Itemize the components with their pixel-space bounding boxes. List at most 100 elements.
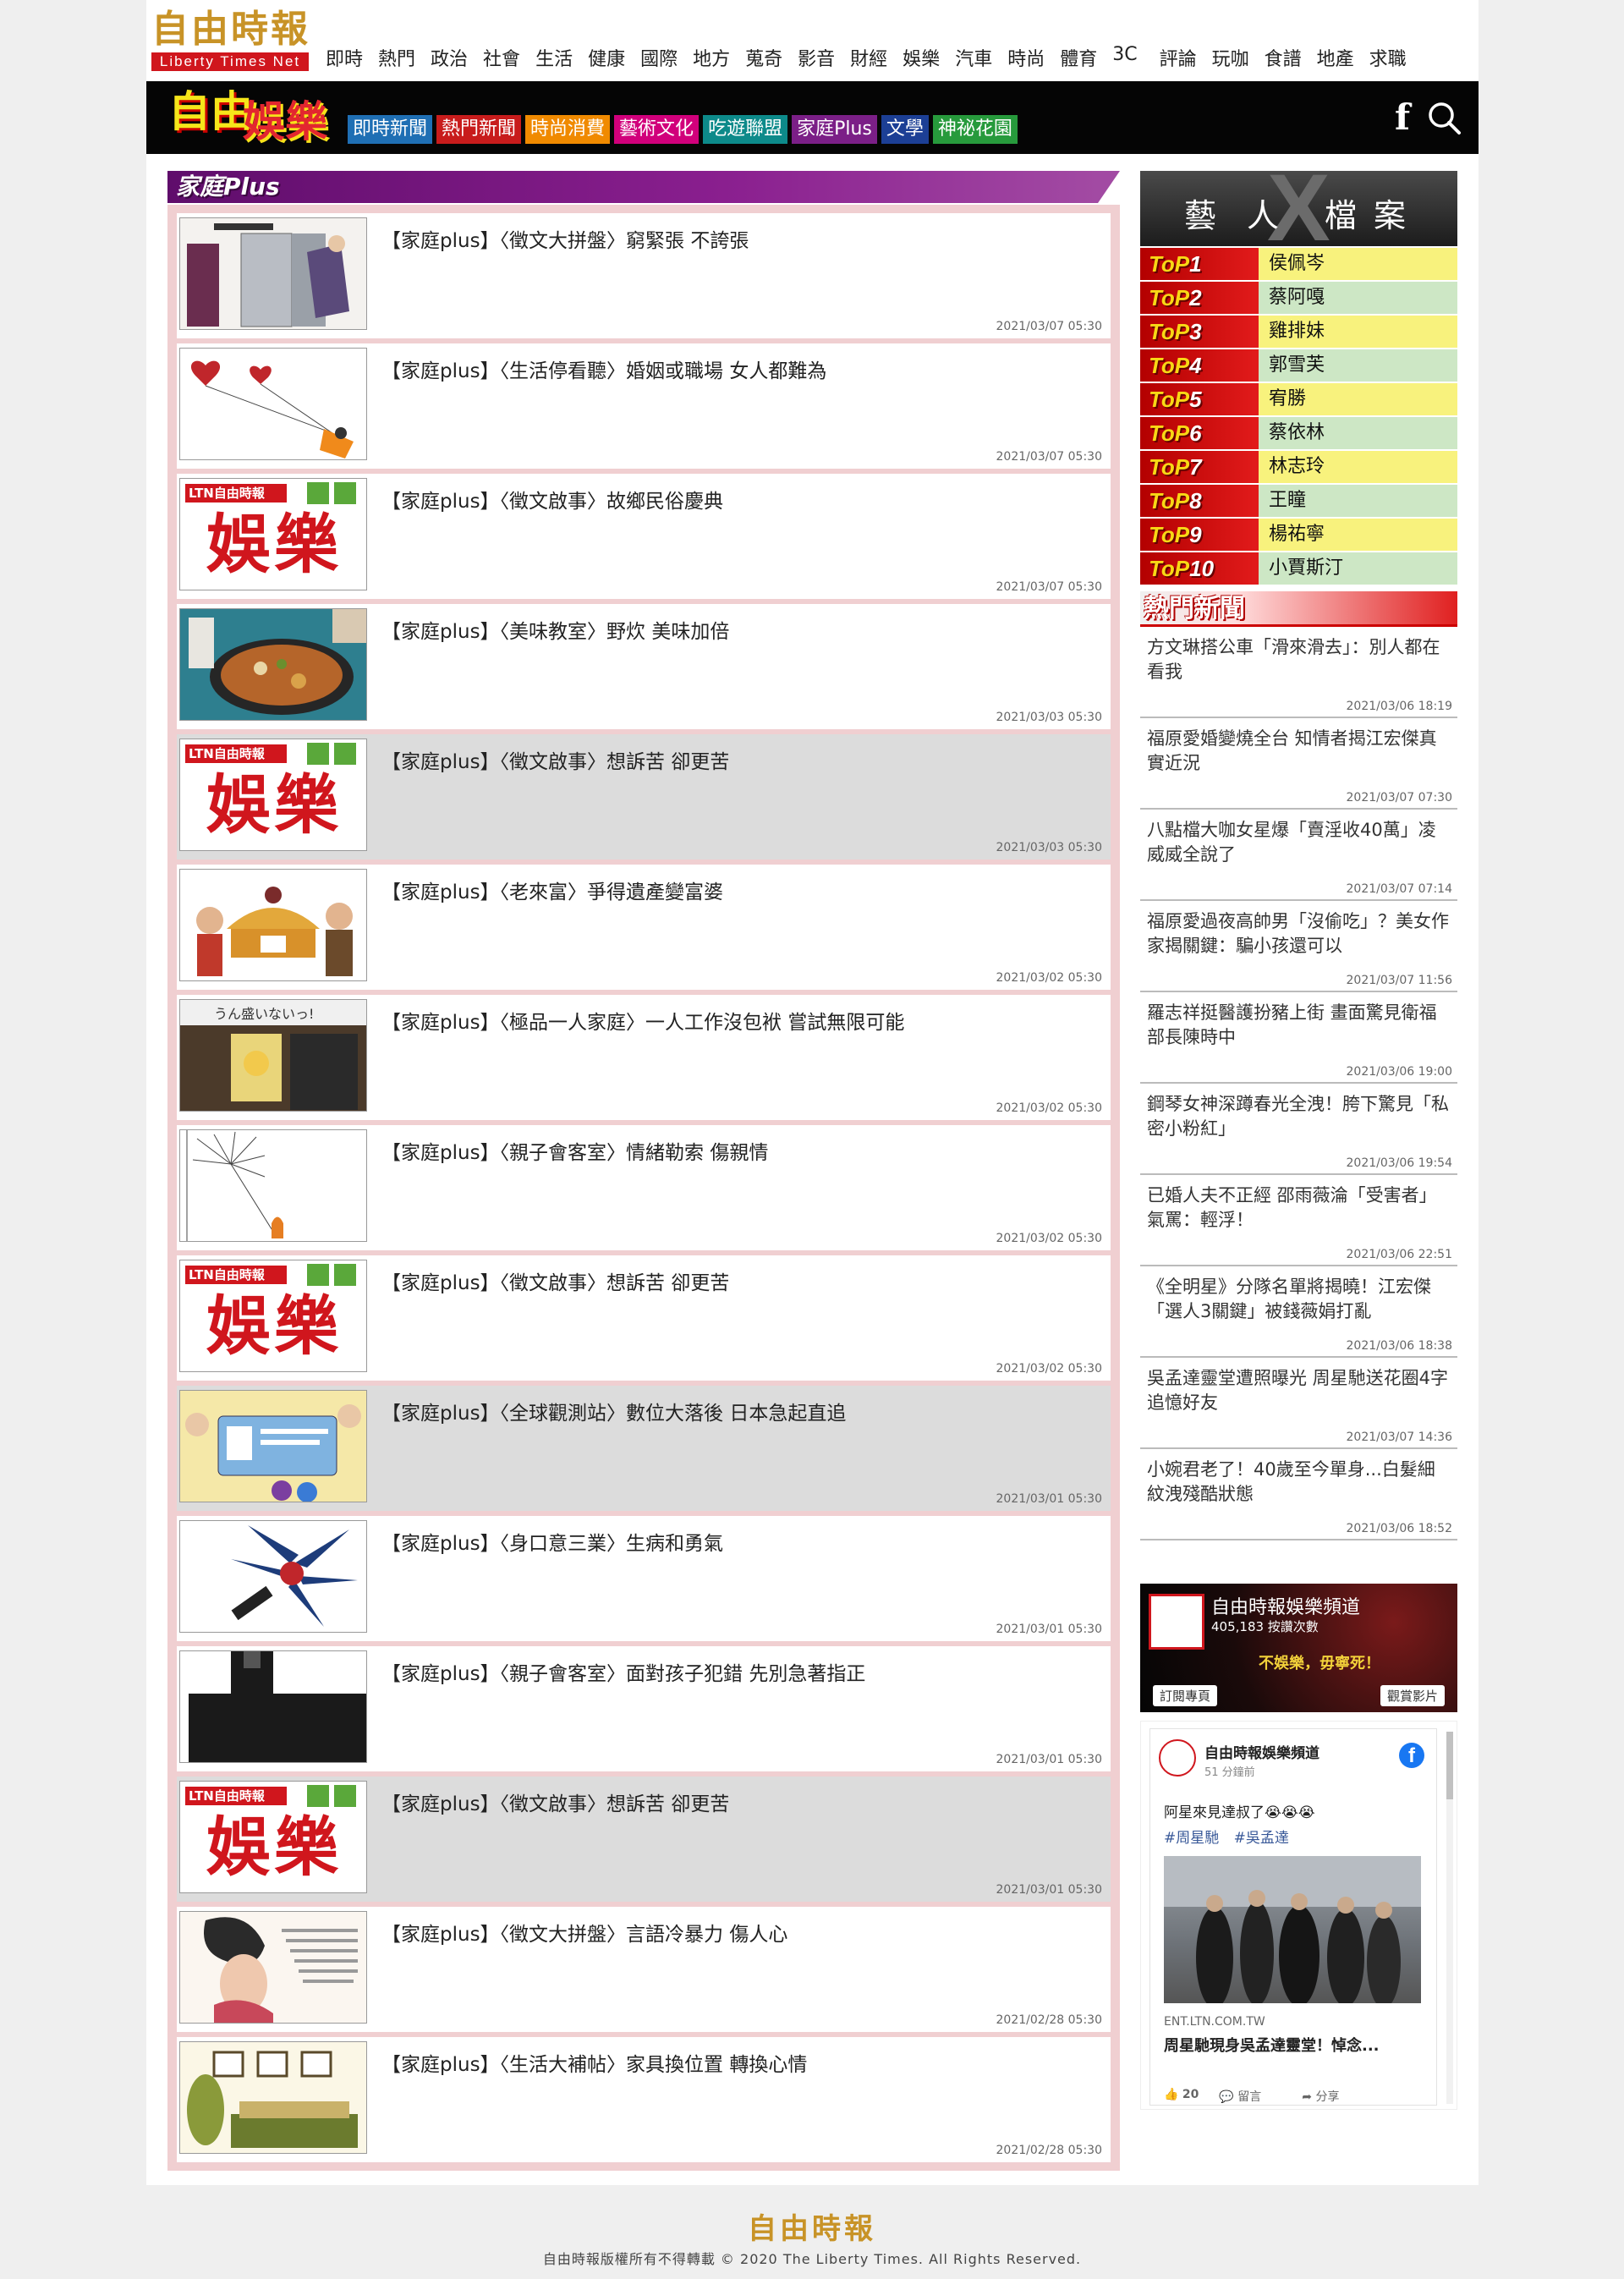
category-link[interactable]: 3C	[1112, 44, 1137, 71]
article-title[interactable]: 【家庭plus】〈生活停看聽〉婚姻或職場 女人都難為	[381, 354, 826, 383]
subnav-tab[interactable]: 時尚消費	[525, 115, 611, 144]
category-link[interactable]: 健康	[588, 44, 625, 71]
hot-news-item[interactable]: 福原愛過夜高帥男「沒偷吃」？美女作家揭關鍵：騙小孩還可以 2021/03/07 1…	[1140, 901, 1457, 992]
subnav-tab[interactable]: 藝術文化	[614, 115, 700, 144]
category-link[interactable]: 玩咖	[1212, 44, 1249, 71]
top-artist-row[interactable]: ToP6 蔡依林	[1140, 417, 1457, 449]
share-button[interactable]: ➦ 分享	[1302, 2088, 1359, 2105]
facebook-logo-icon[interactable]: f	[1399, 1743, 1424, 1768]
post-hashtags[interactable]: #周星馳 #吳孟達	[1164, 1826, 1289, 1847]
category-link[interactable]: 熱門	[378, 44, 415, 71]
subnav-tab[interactable]: 吃遊聯盟	[703, 115, 788, 144]
hot-news-item[interactable]: 方文琳搭公車「滑來滑去」：別人都在看我 2021/03/06 18:19	[1140, 627, 1457, 718]
article-thumbnail[interactable]	[179, 1520, 367, 1633]
article-title[interactable]: 【家庭plus】〈老來富〉爭得遺產變富婆	[381, 876, 723, 904]
article-item[interactable]: LTN自由時報 娛樂 【家庭plus】〈徵文啟事〉想訴苦 卻更苦 2021/03/02…	[177, 1255, 1111, 1381]
article-title[interactable]: 【家庭plus】〈親子會客室〉面對孩子犯錯 先別急著指正	[381, 1657, 865, 1686]
top-artist-name[interactable]: 小賈斯汀	[1259, 552, 1457, 585]
article-item[interactable]: うん盛いないっ! 【家庭plus】〈極品一人家庭〉一人工作沒包袱 嘗試無限可能 20…	[177, 995, 1111, 1120]
top-artist-name[interactable]: 蔡阿嘎	[1259, 282, 1457, 314]
hot-news-item[interactable]: 福原愛婚變燒全台 知情者揭江宏傑真實近況 2021/03/07 07:30	[1140, 718, 1457, 810]
hot-news-title[interactable]: 八點檔大咖女星爆「賣淫收40萬」凌威威全說了	[1147, 818, 1451, 867]
article-title[interactable]: 【家庭plus】〈徵文大拼盤〉窮緊張 不誇張	[381, 224, 749, 253]
category-link[interactable]: 生活	[535, 44, 573, 71]
footer-logo[interactable]: 自由時報	[0, 2205, 1624, 2247]
article-thumbnail[interactable]: LTN自由時報 娛樂	[179, 739, 367, 851]
subnav-tab[interactable]: 文學	[881, 115, 929, 144]
top-artist-row[interactable]: ToP7 林志玲	[1140, 451, 1457, 483]
article-title[interactable]: 【家庭plus】〈徵文啟事〉想訴苦 卻更苦	[381, 1266, 729, 1295]
category-link[interactable]: 政治	[431, 44, 468, 71]
category-link[interactable]: 社會	[483, 44, 520, 71]
hot-news-item[interactable]: 已婚人夫不正經 邵雨薇淪「受害者」氣罵：輕浮！ 2021/03/06 22:51	[1140, 1175, 1457, 1266]
watch-video-button[interactable]: 觀賞影片	[1380, 1685, 1445, 1706]
hot-news-title[interactable]: 福原愛過夜高帥男「沒偷吃」？美女作家揭關鍵：騙小孩還可以	[1147, 909, 1451, 958]
article-thumbnail[interactable]: LTN自由時報 娛樂	[179, 1781, 367, 1893]
article-item[interactable]: LTN自由時報 娛樂 【家庭plus】〈徵文啟事〉想訴苦 卻更苦 2021/03/01…	[177, 1777, 1111, 1902]
article-item[interactable]: 【家庭plus】〈徵文大拼盤〉窮緊張 不誇張 2021/03/07 05:30	[177, 213, 1111, 338]
category-link[interactable]: 汽車	[955, 44, 992, 71]
top-artist-name[interactable]: 林志玲	[1259, 451, 1457, 483]
hot-news-item[interactable]: 《全明星》分隊名單將揭曉！江宏傑「選人3關鍵」被錢薇娟打亂 2021/03/06 …	[1140, 1266, 1457, 1358]
article-item[interactable]: 【家庭plus】〈生活大補帖〉家具換位置 轉換心情 2021/02/28 05:3…	[177, 2037, 1111, 2162]
youtube-channel-widget[interactable]: 自由時報娛樂頻道 405,183 按讚次數 不娛樂，毋寧死！ 訂閱專頁 觀賞影片	[1140, 1584, 1457, 1712]
category-link[interactable]: 娛樂	[903, 44, 940, 71]
hot-news-title[interactable]: 方文琳搭公車「滑來滑去」：別人都在看我	[1147, 635, 1451, 684]
top-artist-name[interactable]: 雞排妹	[1259, 316, 1457, 348]
article-thumbnail[interactable]	[179, 1911, 367, 2024]
article-title[interactable]: 【家庭plus】〈全球觀測站〉數位大落後 日本急起直追	[381, 1397, 846, 1425]
article-thumbnail[interactable]	[179, 1390, 367, 1502]
article-item[interactable]: 【家庭plus】〈老來富〉爭得遺產變富婆 2021/03/02 05:30	[177, 865, 1111, 990]
hot-news-item[interactable]: 八點檔大咖女星爆「賣淫收40萬」凌威威全說了 2021/03/07 07:14	[1140, 810, 1457, 901]
top-artist-name[interactable]: 郭雪芙	[1259, 349, 1457, 382]
top-artist-row[interactable]: ToP5 宥勝	[1140, 383, 1457, 415]
subnav-tab[interactable]: 家庭Plus	[792, 115, 877, 144]
post-page-name[interactable]: 自由時報娛樂頻道	[1204, 1741, 1320, 1762]
top-artist-name[interactable]: 侯佩岑	[1259, 248, 1457, 280]
article-thumbnail[interactable]	[179, 869, 367, 981]
hot-news-title[interactable]: 《全明星》分隊名單將揭曉！江宏傑「選人3關鍵」被錢薇娟打亂	[1147, 1275, 1451, 1324]
search-icon[interactable]	[1426, 100, 1462, 135]
article-title[interactable]: 【家庭plus】〈親子會客室〉情緒勒索 傷親情	[381, 1136, 768, 1165]
article-thumbnail[interactable]	[179, 348, 367, 460]
entertainment-logo[interactable]: 自由 娛樂	[168, 86, 329, 149]
subnav-tab[interactable]: 熱門新聞	[436, 115, 522, 144]
category-link[interactable]: 即時	[326, 44, 363, 71]
top-artist-row[interactable]: ToP4 郭雪芙	[1140, 349, 1457, 382]
category-link[interactable]: 求職	[1369, 44, 1407, 71]
page-avatar[interactable]	[1159, 1739, 1196, 1777]
facebook-feed-widget[interactable]: 自由時報娛樂頻道 51 分鐘前 f 阿星來見達叔了😭😭😭 #周星馳 #吳孟達 E…	[1140, 1721, 1457, 2110]
category-link[interactable]: 財經	[850, 44, 887, 71]
article-title[interactable]: 【家庭plus】〈美味教室〉野炊 美味加倍	[381, 615, 729, 644]
top-artist-name[interactable]: 楊祐寧	[1259, 519, 1457, 551]
category-link[interactable]: 體育	[1060, 44, 1097, 71]
article-item[interactable]: 【家庭plus】〈親子會客室〉情緒勒索 傷親情 2021/03/02 05:30	[177, 1125, 1111, 1250]
category-link[interactable]: 食譜	[1265, 44, 1302, 71]
article-thumbnail[interactable]	[179, 1129, 367, 1242]
article-thumbnail[interactable]: LTN自由時報 娛樂	[179, 1260, 367, 1372]
article-title[interactable]: 【家庭plus】〈極品一人家庭〉一人工作沒包袱 嘗試無限可能	[381, 1006, 904, 1035]
category-link[interactable]: 評論	[1160, 44, 1197, 71]
top-artist-row[interactable]: ToP9 楊祐寧	[1140, 519, 1457, 551]
like-count[interactable]: 👍 20	[1164, 2088, 1199, 2105]
article-title[interactable]: 【家庭plus】〈徵文大拼盤〉言語冷暴力 傷人心	[381, 1918, 787, 1947]
hot-news-item[interactable]: 小婉君老了！40歲至今單身...白髮細紋洩殘酷狀態 2021/03/06 18:5…	[1140, 1449, 1457, 1540]
article-thumbnail[interactable]	[179, 608, 367, 721]
article-item[interactable]: LTN自由時報 娛樂 【家庭plus】〈徵文啟事〉故鄉民俗慶典 2021/03/07 …	[177, 474, 1111, 599]
article-title[interactable]: 【家庭plus】〈身口意三業〉生病和勇氣	[381, 1527, 723, 1556]
facebook-post[interactable]: 自由時報娛樂頻道 51 分鐘前 f 阿星來見達叔了😭😭😭 #周星馳 #吳孟達 E…	[1149, 1728, 1437, 2106]
hot-news-title[interactable]: 小婉君老了！40歲至今單身...白髮細紋洩殘酷狀態	[1147, 1458, 1451, 1507]
top-artist-row[interactable]: ToP10 小賈斯汀	[1140, 552, 1457, 585]
article-thumbnail[interactable]	[179, 217, 367, 330]
facebook-icon[interactable]: f	[1390, 98, 1415, 137]
article-item[interactable]: 【家庭plus】〈全球觀測站〉數位大落後 日本急起直追 2021/03/01 05…	[177, 1386, 1111, 1511]
article-title[interactable]: 【家庭plus】〈徵文啟事〉想訴苦 卻更苦	[381, 745, 729, 774]
article-title[interactable]: 【家庭plus】〈生活大補帖〉家具換位置 轉換心情	[381, 2048, 807, 2077]
article-thumbnail[interactable]	[179, 1650, 367, 1763]
top-artist-row[interactable]: ToP8 王瞳	[1140, 485, 1457, 517]
article-item[interactable]: LTN自由時報 娛樂 【家庭plus】〈徵文啟事〉想訴苦 卻更苦 2021/03/03…	[177, 734, 1111, 859]
top-artist-name[interactable]: 王瞳	[1259, 485, 1457, 517]
subnav-tab[interactable]: 即時新聞	[348, 115, 433, 144]
hot-news-item[interactable]: 吳孟達靈堂遭照曝光 周星馳送花圈4字追憶好友 2021/03/07 14:36	[1140, 1358, 1457, 1449]
subnav-tab[interactable]: 神祕花園	[932, 115, 1018, 144]
